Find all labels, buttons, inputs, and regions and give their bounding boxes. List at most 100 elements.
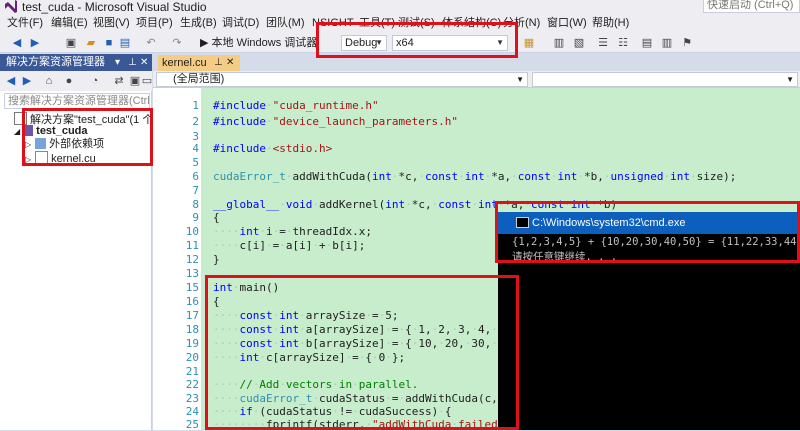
project-node[interactable]: ◢ test_cuda bbox=[14, 125, 88, 138]
menu-build[interactable]: 生成(B) bbox=[180, 14, 217, 33]
tree-item-kernel-cu[interactable]: ▷ kernel.cu bbox=[25, 151, 96, 166]
code-line: } bbox=[213, 253, 220, 266]
file-icon bbox=[35, 151, 49, 164]
open-folder-icon[interactable]: ▰ bbox=[84, 36, 98, 50]
menu-window[interactable]: 窗口(W) bbox=[547, 14, 587, 33]
uncomment-icon[interactable]: ▥ bbox=[660, 36, 674, 50]
line-number: 16 bbox=[185, 295, 199, 308]
properties-icon[interactable]: ▭ bbox=[140, 74, 154, 88]
line-number: 24 bbox=[185, 405, 199, 418]
console-title: C:\Windows\system32\cmd.exe bbox=[532, 217, 686, 229]
line-number: 4 bbox=[192, 142, 199, 155]
save-all-icon[interactable]: ▤ bbox=[118, 36, 132, 50]
line-number: 22 bbox=[185, 378, 199, 391]
visual-studio-logo-icon bbox=[5, 0, 17, 13]
code-line: { bbox=[213, 211, 220, 224]
back-icon[interactable]: ◀ bbox=[10, 36, 24, 50]
back-icon[interactable]: ◀ bbox=[4, 74, 18, 88]
console-icon bbox=[516, 217, 529, 228]
line-number: 15 bbox=[185, 281, 199, 294]
line-number: 12 bbox=[185, 253, 199, 266]
menu-analyze[interactable]: 分析(N) bbox=[503, 14, 540, 33]
line-number: 25 bbox=[185, 418, 199, 431]
chevron-down-icon: ▼ bbox=[786, 75, 794, 84]
forward-icon[interactable]: ▶ bbox=[20, 74, 34, 88]
configuration-select[interactable]: Debug ▼ bbox=[341, 35, 387, 51]
collapsed-arrow-icon[interactable]: ▷ bbox=[25, 140, 31, 149]
menu-debug[interactable]: 调试(D) bbox=[222, 14, 259, 33]
indent-icon[interactable]: ☰ bbox=[596, 36, 610, 50]
member-select[interactable]: ▼ bbox=[532, 72, 798, 87]
breakpoint-icon[interactable]: ▥ bbox=[552, 36, 566, 50]
pending-changes-icon[interactable]: ◔ bbox=[88, 74, 102, 88]
menu-nsight[interactable]: NSIGHT bbox=[312, 14, 354, 33]
line-number: 11 bbox=[185, 239, 199, 252]
bookmark-icon[interactable]: ⚑ bbox=[680, 36, 694, 50]
line-number: 20 bbox=[185, 351, 199, 364]
dropdown-icon[interactable]: ▾ bbox=[115, 54, 120, 71]
solution-search-input[interactable]: 搜索解决方案资源管理器(Ctrl+;) bbox=[4, 93, 150, 109]
sync-icon[interactable]: ● bbox=[62, 74, 76, 88]
tree-item-label: kernel.cu bbox=[51, 153, 96, 165]
code-line: __global__·void·addKernel(int·*c,·const·… bbox=[213, 198, 618, 211]
expand-arrow-icon[interactable]: ◢ bbox=[14, 127, 20, 136]
platform-select[interactable]: x64 ▼ bbox=[392, 35, 508, 51]
console-title-bar[interactable]: C:\Windows\system32\cmd.exe bbox=[498, 212, 800, 234]
menu-bar: 文件(F) 编辑(E) 视图(V) 项目(P) 生成(B) 调试(D) 团队(M… bbox=[0, 14, 800, 33]
menu-project[interactable]: 项目(P) bbox=[136, 14, 173, 33]
line-number: 18 bbox=[185, 323, 199, 336]
redo-icon[interactable]: ↷ bbox=[170, 36, 184, 50]
platform-value: x64 bbox=[396, 37, 414, 49]
solution-explorer-panel: 解决方案资源管理器 ▾ ⊥ ✕ ◀ ▶ ⌂ ● ◔ ⇄ ▣ ▭ 搜索解决方案资源… bbox=[0, 54, 179, 430]
code-line: ········fprintf(stderr,·"addWithCuda·fai… bbox=[213, 418, 524, 431]
tree-item-external-dependencies[interactable]: ▷ 外部依赖项 bbox=[25, 138, 104, 151]
quick-launch-input[interactable]: 快速启动 (Ctrl+Q) bbox=[703, 0, 800, 13]
standard-toolbar: ◀ ▶ ▣ ▰ ■ ▤ ↶ ↷ ▶ 本地 Windows 调试器 Debug ▼… bbox=[0, 33, 800, 53]
home-icon[interactable]: ⌂ bbox=[42, 74, 56, 88]
save-icon[interactable]: ■ bbox=[102, 36, 116, 50]
menu-file[interactable]: 文件(F) bbox=[7, 14, 43, 33]
line-number: 8 bbox=[192, 198, 199, 211]
forward-icon[interactable]: ▶ bbox=[28, 36, 42, 50]
close-icon[interactable]: ✕ bbox=[140, 54, 148, 71]
pin-icon[interactable]: ⊥ bbox=[128, 54, 137, 71]
navigation-bar: (全局范围) ▼ ▼ bbox=[153, 71, 800, 88]
line-number: 23 bbox=[185, 392, 199, 405]
new-project-icon[interactable]: ▣ bbox=[64, 36, 78, 50]
code-line: ····const·int·arraySize·=·5; bbox=[213, 309, 399, 322]
console-window[interactable]: C:\Windows\system32\cmd.exe {1,2,3,4,5} … bbox=[498, 212, 800, 430]
document-tab-row: kernel.cu ⊥ ✕ bbox=[153, 54, 800, 71]
find-icon[interactable]: ▦ bbox=[522, 36, 536, 50]
line-number: 1 bbox=[192, 99, 199, 112]
close-icon[interactable]: ✕ bbox=[226, 55, 234, 71]
line-number: 10 bbox=[185, 225, 199, 238]
tab-kernel-cu[interactable]: kernel.cu ⊥ ✕ bbox=[158, 55, 240, 71]
pin-icon[interactable]: ⊥ bbox=[214, 55, 223, 71]
start-debugging-button[interactable]: ▶ 本地 Windows 调试器 bbox=[200, 36, 318, 50]
refresh-icon[interactable]: ⇄ bbox=[112, 74, 126, 88]
line-number: 9 bbox=[192, 211, 199, 224]
line-number: 19 bbox=[185, 337, 199, 350]
outdent-icon[interactable]: ☷ bbox=[616, 36, 630, 50]
scope-value: (全局范围) bbox=[173, 73, 225, 85]
title-bar: test_cuda - Microsoft Visual Studio 快速启动… bbox=[0, 0, 800, 14]
menu-architecture[interactable]: 体系结构(C) bbox=[442, 14, 501, 33]
menu-test[interactable]: 测试(S) bbox=[398, 14, 435, 33]
comment-icon[interactable]: ▤ bbox=[640, 36, 654, 50]
menu-tools[interactable]: 工具(T) bbox=[359, 14, 395, 33]
code-line: ····int·i·=·threadIdx.x; bbox=[213, 225, 372, 238]
menu-help[interactable]: 帮助(H) bbox=[592, 14, 629, 33]
project-label: test_cuda bbox=[36, 125, 88, 137]
step-icon[interactable]: ▧ bbox=[572, 36, 586, 50]
dependencies-icon bbox=[35, 138, 47, 149]
menu-edit[interactable]: 编辑(E) bbox=[51, 14, 88, 33]
tab-label: kernel.cu bbox=[162, 57, 207, 69]
code-line: #include·"device_launch_parameters.h" bbox=[213, 115, 459, 128]
menu-team[interactable]: 团队(M) bbox=[266, 14, 305, 33]
solution-explorer-toolbar: ◀ ▶ ⌂ ● ◔ ⇄ ▣ ▭ bbox=[0, 71, 152, 91]
collapsed-arrow-icon[interactable]: ▷ bbox=[25, 155, 31, 164]
code-line: ····int·c[arraySize]·=·{·0·}; bbox=[213, 351, 406, 364]
scope-select[interactable]: (全局范围) ▼ bbox=[156, 72, 528, 87]
menu-view[interactable]: 视图(V) bbox=[93, 14, 130, 33]
undo-icon[interactable]: ↶ bbox=[144, 36, 158, 50]
